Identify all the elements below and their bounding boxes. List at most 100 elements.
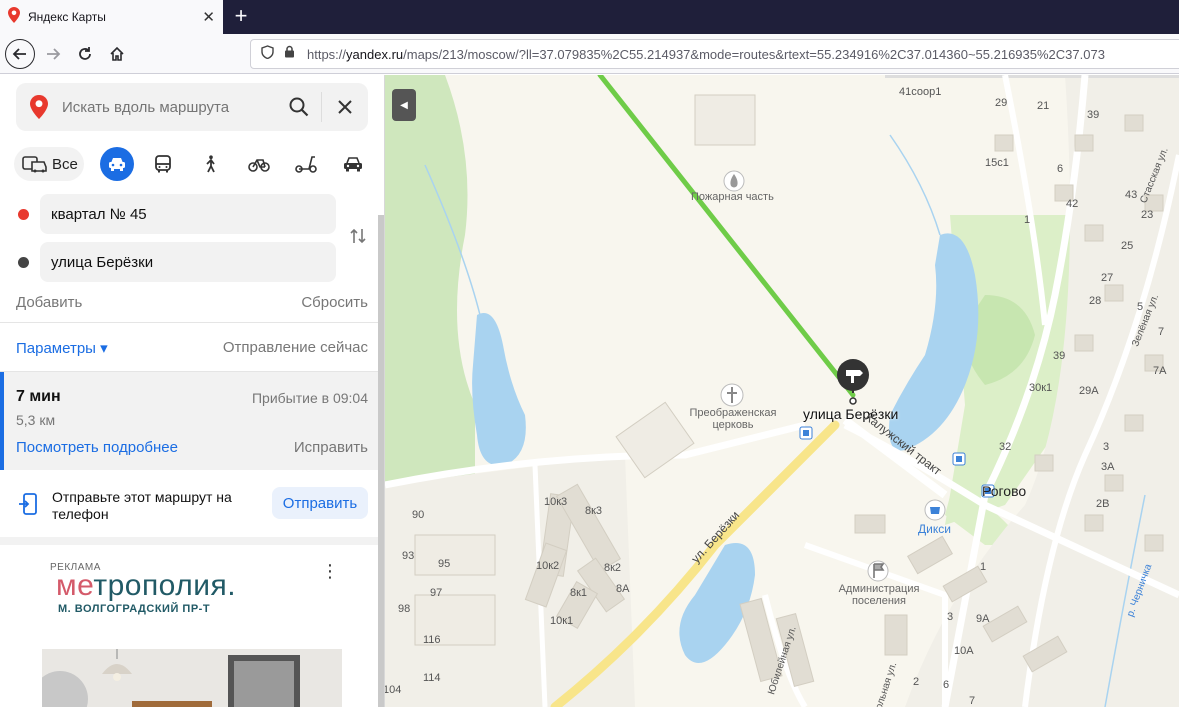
taxi-icon — [344, 157, 362, 172]
tab-close-icon[interactable]: ✕ — [202, 8, 215, 26]
ad-brand-logo[interactable]: метрополия. — [56, 569, 236, 603]
house-number: 10к3 — [544, 496, 568, 508]
scooter-icon — [295, 156, 317, 173]
send-route-button[interactable]: Отправить — [272, 487, 368, 519]
house-number: 97 — [430, 587, 443, 599]
house-number: 6 — [943, 679, 950, 691]
send-to-phone-text: Отправьте этот маршрут на телефон — [52, 489, 232, 522]
house-number: 42 — [1066, 198, 1079, 210]
house-number: 39 — [1087, 109, 1100, 121]
route-from-field[interactable]: квартал № 45 — [40, 194, 336, 234]
house-number: 6 — [1057, 163, 1064, 175]
house-number: 90 — [412, 509, 425, 521]
collapse-panel-button[interactable]: ◀ — [392, 89, 416, 121]
mode-car-button[interactable] — [100, 147, 134, 181]
poi-fire-station-label[interactable]: Пожарная часть — [691, 191, 774, 203]
navigation-bar: https://yandex.ru/maps/213/moscow/?ll=37… — [0, 34, 1179, 74]
fire-station-icon[interactable] — [723, 170, 745, 192]
home-icon — [110, 46, 124, 61]
house-number: 29 — [995, 97, 1008, 109]
browser-tab[interactable]: Яндекс Карты ✕ — [0, 0, 223, 34]
reset-route-button[interactable]: Сбросить — [301, 294, 368, 311]
poi-church-label[interactable]: Преображенская церковь — [683, 407, 783, 431]
admin-building-icon[interactable] — [867, 560, 889, 582]
house-number: 9А — [976, 613, 990, 625]
address-bar[interactable]: https://yandex.ru/maps/213/moscow/?ll=37… — [250, 39, 1179, 69]
ad-image[interactable] — [42, 649, 342, 707]
house-number: 2 — [913, 676, 920, 688]
parameters-dropdown[interactable]: Параметры ▾ — [16, 339, 108, 357]
panel-scrollbar[interactable] — [378, 215, 384, 707]
reload-button[interactable] — [70, 39, 100, 69]
house-number: 116 — [423, 634, 441, 646]
house-number: 93 — [402, 550, 415, 562]
bus-stop-icon[interactable] — [952, 452, 966, 466]
house-number: 104 — [385, 684, 402, 696]
start-point-marker — [18, 209, 29, 220]
destination-marker-icon[interactable] — [837, 359, 869, 405]
house-number: 95 — [438, 558, 451, 570]
ad-more-icon[interactable]: ⋮ — [321, 561, 339, 582]
house-number: 10к1 — [550, 615, 574, 627]
house-number: 1 — [980, 561, 987, 573]
phone-send-icon — [18, 493, 38, 520]
mode-taxi-button[interactable] — [336, 147, 370, 181]
lock-icon[interactable] — [284, 45, 295, 63]
house-number: 10А — [954, 645, 974, 657]
route-fix-link[interactable]: Исправить — [294, 439, 368, 456]
home-button[interactable] — [102, 39, 132, 69]
shield-icon[interactable] — [261, 44, 274, 64]
house-number: 114 — [423, 672, 441, 684]
house-number: 39 — [1053, 350, 1066, 362]
house-number: 15с1 — [985, 157, 1009, 169]
route-to-field[interactable]: улица Берёзки — [40, 242, 336, 282]
ad-divider — [0, 537, 378, 545]
back-button[interactable] — [5, 39, 35, 69]
arrow-left-icon — [12, 48, 26, 60]
close-icon — [338, 100, 352, 114]
add-point-button[interactable]: Добавить — [16, 294, 82, 311]
route-search-box — [16, 83, 368, 131]
bicycle-icon — [248, 159, 270, 172]
house-number: 2В — [1096, 498, 1110, 510]
new-tab-button[interactable]: + — [228, 3, 254, 29]
house-number: 27 — [1101, 272, 1114, 284]
route-actions-row: Добавить Сбросить — [16, 294, 368, 311]
tab-bar: Яндекс Карты ✕ + — [0, 0, 1179, 34]
poi-admin-label[interactable]: Администрация поселения — [833, 583, 925, 607]
bus-stop-icon[interactable] — [799, 426, 813, 440]
house-number: 41соор1 — [899, 86, 942, 98]
route-result-card[interactable]: 7 мин Прибытие в 09:04 5,3 км Посмотреть… — [0, 372, 378, 470]
divider — [0, 322, 378, 323]
house-number: 7 — [969, 695, 976, 707]
mode-bicycle-button[interactable] — [242, 147, 276, 181]
mode-bus-button[interactable] — [146, 147, 180, 181]
departure-time-button[interactable]: Отправление сейчас — [223, 339, 368, 357]
reload-icon — [79, 47, 91, 60]
house-number: 7 — [1158, 326, 1165, 338]
poi-shop-label[interactable]: Дикси — [918, 522, 951, 536]
url-text[interactable]: https://yandex.ru/maps/213/moscow/?ll=37… — [307, 47, 1105, 62]
search-button[interactable] — [277, 83, 321, 131]
mode-walk-button[interactable] — [194, 147, 228, 181]
shop-icon[interactable] — [924, 499, 946, 521]
house-number: 23 — [1141, 209, 1154, 221]
house-number: 43 — [1125, 189, 1138, 201]
arrow-right-icon — [47, 48, 61, 60]
route-details-link[interactable]: Посмотреть подробнее — [16, 439, 178, 456]
village-label: Рогово — [982, 483, 1027, 499]
route-params-row: Параметры ▾ Отправление сейчас — [16, 339, 368, 357]
church-icon[interactable] — [720, 383, 744, 407]
bus-icon — [155, 155, 171, 173]
map-canvas[interactable]: ◀ улица Берёзки Рогово Пожарная часть Пр… — [385, 75, 1179, 707]
mode-scooter-button[interactable] — [289, 147, 323, 181]
mode-all-button[interactable]: Все — [14, 147, 84, 181]
swap-points-icon[interactable] — [349, 227, 367, 250]
close-route-button[interactable] — [322, 83, 368, 131]
transport-mode-bar: Все — [14, 145, 374, 181]
arrival-time: Прибытие в 09:04 — [251, 390, 368, 406]
route-search-input[interactable] — [62, 98, 277, 116]
forward-button[interactable] — [38, 39, 68, 69]
house-number: 3А — [1101, 461, 1115, 473]
house-number: 30к1 — [1029, 382, 1053, 394]
